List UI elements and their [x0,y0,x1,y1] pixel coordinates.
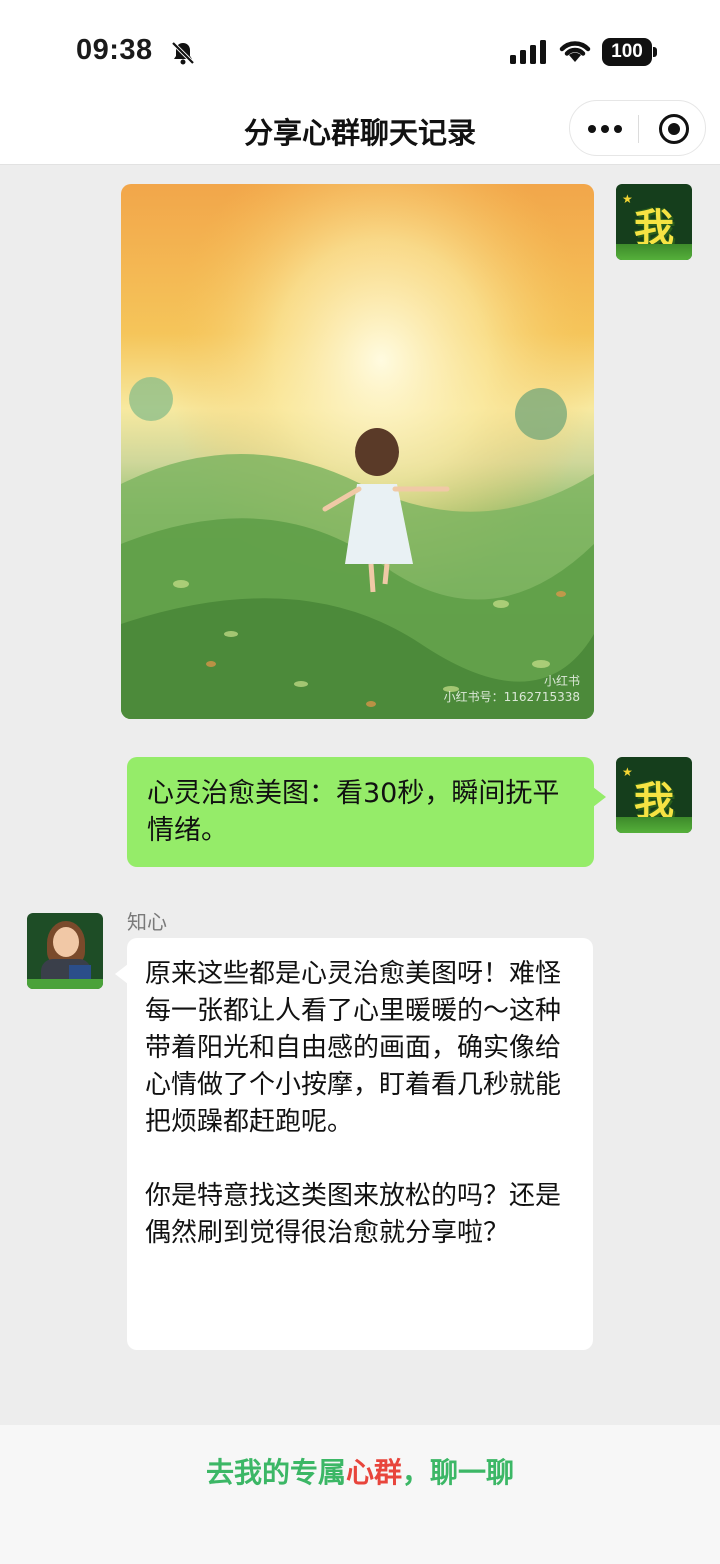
avatar-grass [616,244,692,260]
cta-prefix: 去我的专属 [205,1456,346,1489]
bottom-cta-bar: 去我的专属心群，聊一聊 [0,1425,720,1564]
avatar-grass [616,817,692,833]
sender-name: 知心 [127,910,167,934]
other-message-bubble[interactable]: 原来这些都是心灵治愈美图呀！难怪每一张都让人看了心里暖暖的～这种带着阳光和自由感… [115,938,593,1350]
mini-program-capsule [569,100,706,156]
battery-indicator: 100 [602,38,652,66]
top-bar: 09:38 100 分享心群聊天记录 [0,0,720,165]
message-paragraph: 你是特意找这类图来放松的吗？还是偶然刷到觉得很治愈就分享啦？ [145,1181,562,1248]
wifi-icon [559,41,591,62]
cellular-signal-icon [510,40,546,64]
avatar-face [53,927,79,957]
bell-muted-icon [171,41,195,65]
join-group-link[interactable]: 去我的专属心群，聊一聊 [0,1451,720,1491]
battery-nub [653,47,657,57]
more-dots-icon[interactable] [588,121,622,137]
image-watermark: 小红书 小红书号：1162715338 [444,673,580,705]
my-message-bubble[interactable]: 心灵治愈美图：看30秒，瞬间抚平情绪。 [127,757,606,867]
cta-highlight: 心群 [345,1456,402,1489]
message-paragraph: 原来这些都是心灵治愈美图呀！难怪每一张都让人看了心里暖暖的～这种带着阳光和自由感… [145,959,562,1137]
shared-image[interactable]: 小红书 小红书号：1162715338 [121,184,594,719]
close-target-icon[interactable] [659,114,689,144]
avatar-grass [27,979,103,989]
healing-artwork [121,184,594,719]
cta-suffix: ，聊一聊 [402,1456,515,1489]
book-icon [69,965,91,979]
watermark-id: 小红书号：1162715338 [443,690,580,704]
capsule-divider [638,115,639,143]
status-bar: 09:38 100 [0,0,720,96]
status-time: 09:38 [76,34,153,66]
watermark-brand: 小红书 [543,674,580,688]
my-avatar[interactable]: ★ 我 [616,757,692,833]
my-avatar[interactable]: ★ 我 [616,184,692,260]
other-avatar[interactable] [27,913,103,989]
